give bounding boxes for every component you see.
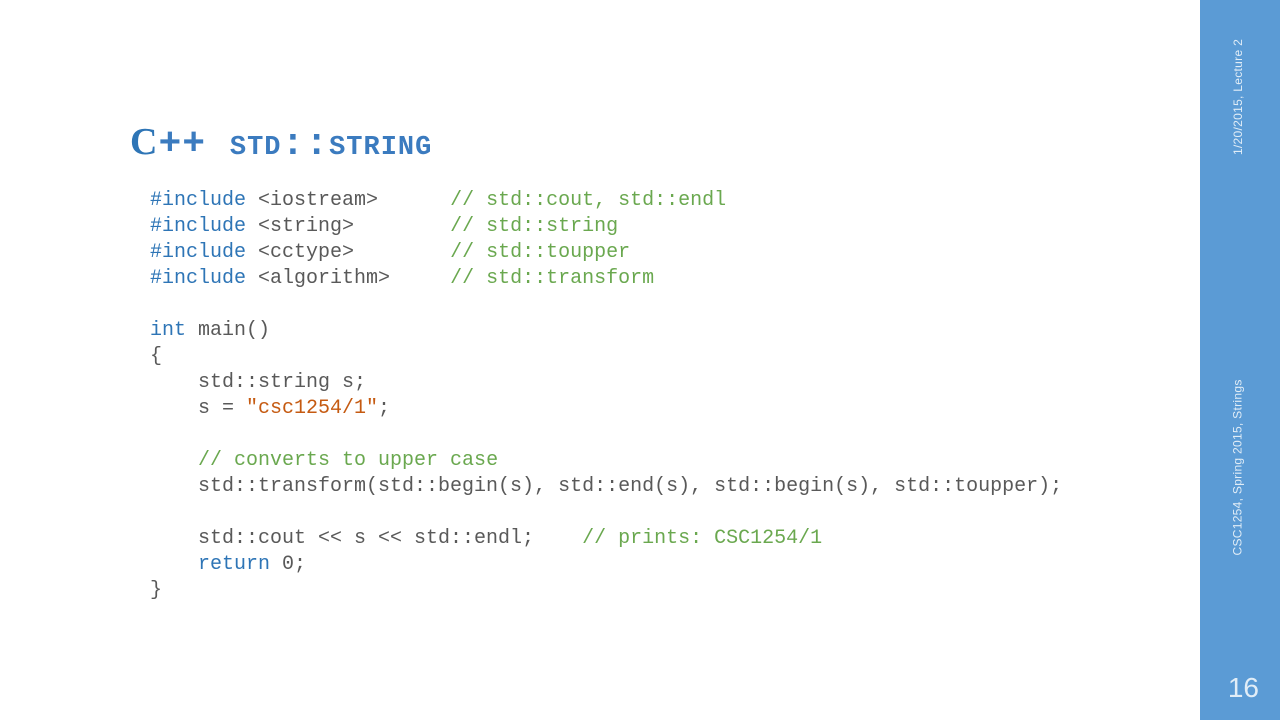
code-txt: {: [150, 345, 162, 368]
code-txt: <iostream>: [246, 189, 450, 212]
code-comment: // prints: CSC1254/1: [582, 527, 822, 550]
code-string: "csc1254/1": [246, 397, 378, 420]
title-suffix: ++ std::string: [158, 123, 432, 166]
footer-course: CSC1254, Spring 2015, Strings: [1231, 391, 1245, 556]
code-block: #include <iostream> // std::cout, std::e…: [150, 188, 1062, 604]
slide-sidebar: 1/20/2015, Lecture 2 CSC1254, Spring 201…: [1200, 0, 1280, 720]
code-txt: s =: [150, 397, 246, 420]
code-txt: 0;: [270, 553, 306, 576]
code-txt: }: [150, 579, 162, 602]
code-kw: int: [150, 319, 186, 342]
code-txt: [150, 553, 198, 576]
code-comment: // std::string: [450, 215, 618, 238]
code-kw: #include: [150, 189, 246, 212]
slide: C++ std::string #include <iostream> // s…: [0, 0, 1280, 720]
code-txt: <cctype>: [246, 241, 450, 264]
code-kw: return: [198, 553, 270, 576]
code-txt: <string>: [246, 215, 450, 238]
code-txt: ;: [378, 397, 390, 420]
code-kw: #include: [150, 241, 246, 264]
code-txt: std::string s;: [150, 371, 366, 394]
code-comment: // std::transform: [450, 267, 654, 290]
title-prefix: C: [130, 121, 158, 163]
code-txt: <algorithm>: [246, 267, 450, 290]
slide-title: C++ std::string: [130, 120, 432, 166]
code-kw: #include: [150, 215, 246, 238]
code-comment: // std::cout, std::endl: [450, 189, 726, 212]
code-txt: main(): [186, 319, 270, 342]
code-comment: // converts to upper case: [198, 449, 498, 472]
page-number: 16: [1228, 672, 1259, 704]
code-txt: std::transform(std::begin(s), std::end(s…: [150, 475, 1062, 498]
header-date: 1/20/2015, Lecture 2: [1231, 37, 1245, 157]
code-txt: [150, 449, 198, 472]
code-txt: std::cout << s << std::endl;: [150, 527, 582, 550]
code-comment: // std::toupper: [450, 241, 630, 264]
code-kw: #include: [150, 267, 246, 290]
